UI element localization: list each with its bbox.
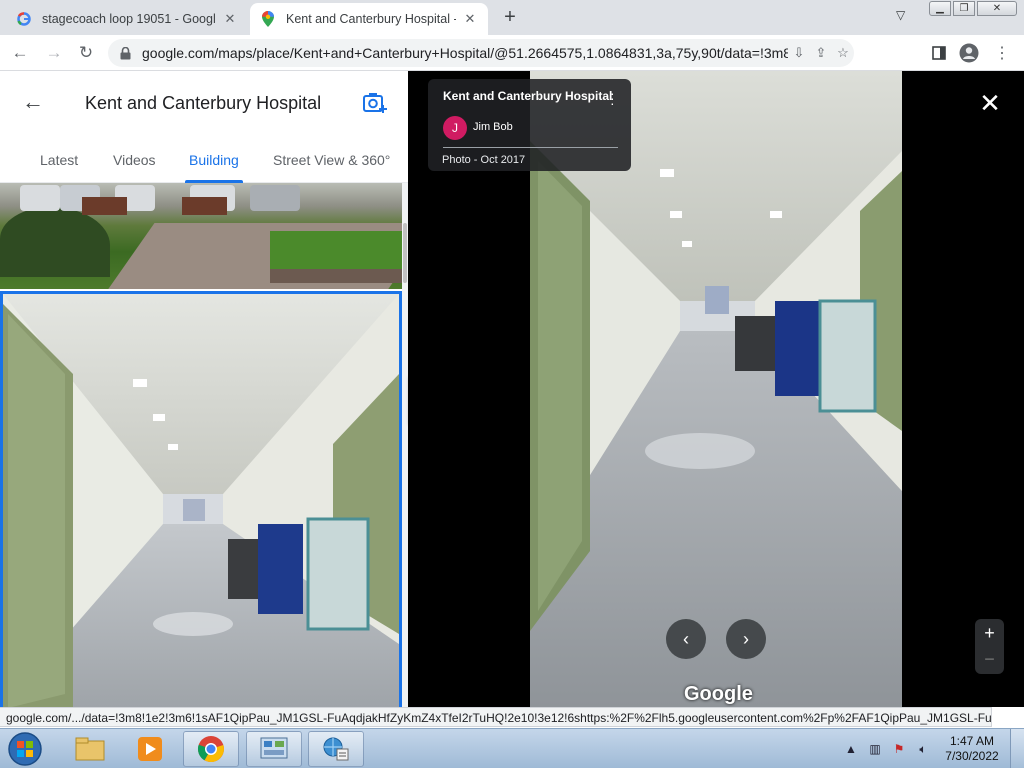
close-icon[interactable]: ✕ bbox=[977, 90, 1003, 116]
add-photo-camera-icon[interactable] bbox=[362, 91, 388, 120]
place-photos-panel: ← Kent and Canterbury Hospital Latest Vi… bbox=[0, 71, 408, 707]
system-tray: ▲ ▥ ⚑ 🔈︎ bbox=[842, 733, 938, 765]
network-program-taskbar-button[interactable] bbox=[308, 731, 364, 767]
tab-title: Kent and Canterbury Hospital - G bbox=[286, 12, 456, 26]
photo-info-card: Kent and Canterbury Hospital · · · J Jim B… bbox=[428, 79, 631, 171]
clock-time: 1:47 AM bbox=[949, 734, 995, 748]
side-panel-icon[interactable] bbox=[928, 43, 950, 65]
profile-avatar-icon[interactable] bbox=[958, 43, 980, 65]
photo-viewer: Kent and Canterbury Hospital · · · J Jim B… bbox=[408, 71, 1024, 707]
browser-tab-search[interactable]: stagecoach loop 19051 - Google ✕ bbox=[6, 3, 248, 35]
lock-icon bbox=[120, 46, 134, 60]
author-avatar[interactable]: J bbox=[443, 116, 467, 140]
browser-tab-strip: stagecoach loop 19051 - Google ✕ Kent an… bbox=[0, 0, 1024, 35]
media-player-icon[interactable] bbox=[122, 731, 178, 767]
tab-title: stagecoach loop 19051 - Google bbox=[42, 12, 216, 26]
tab-videos[interactable]: Videos bbox=[113, 152, 156, 168]
more-options-icon[interactable]: · · · bbox=[610, 86, 615, 110]
windows-taskbar: ▲ ▥ ⚑ 🔈︎ 1:47 AM 7/30/2022 bbox=[0, 728, 1024, 768]
panel-header: ← Kent and Canterbury Hospital bbox=[0, 71, 408, 135]
close-tab-icon[interactable]: ✕ bbox=[462, 11, 478, 27]
photo-thumbnail-corridor-selected[interactable] bbox=[0, 291, 402, 707]
photo-thumbnail-exterior[interactable] bbox=[0, 183, 402, 289]
zoom-in-icon[interactable]: + bbox=[975, 621, 1004, 645]
show-desktop-button[interactable] bbox=[1010, 729, 1024, 768]
forward-arrow-icon[interactable]: → bbox=[42, 41, 66, 65]
install-app-icon[interactable]: ⇩ bbox=[788, 45, 810, 61]
start-orb-icon[interactable] bbox=[5, 730, 45, 768]
file-explorer-icon[interactable] bbox=[62, 731, 118, 767]
google-g-icon bbox=[16, 11, 32, 27]
window-restore-button[interactable]: ❐ bbox=[953, 1, 975, 16]
previous-photo-chevron-icon[interactable]: ‹ bbox=[666, 619, 706, 659]
url-text: google.com/maps/place/Kent+and+Canterbur… bbox=[142, 45, 788, 61]
address-bar[interactable]: google.com/maps/place/Kent+and+Canterbur… bbox=[108, 39, 854, 67]
zoom-control: + − bbox=[975, 619, 1004, 674]
back-arrow-icon[interactable]: ← bbox=[20, 89, 46, 115]
chrome-taskbar-button[interactable] bbox=[183, 731, 239, 767]
tab-search-chevron-icon[interactable]: ▽ bbox=[896, 8, 905, 22]
next-photo-chevron-icon[interactable]: › bbox=[726, 619, 766, 659]
share-icon[interactable]: ⇪ bbox=[810, 45, 832, 61]
link-status-bubble: google.com/.../data=!3m8!1e2!3m6!1sAF1Qi… bbox=[0, 707, 992, 727]
bookmark-star-icon[interactable]: ☆ bbox=[832, 45, 854, 61]
control-panel-taskbar-button[interactable] bbox=[246, 731, 302, 767]
new-tab-plus-icon[interactable]: + bbox=[498, 6, 522, 29]
volume-speaker-icon[interactable]: 🔈︎ bbox=[914, 740, 932, 758]
taskbar-clock[interactable]: 1:47 AM 7/30/2022 bbox=[944, 734, 1000, 764]
clock-date: 7/30/2022 bbox=[945, 749, 999, 763]
photo-category-tabs: Latest Videos Building Street View & 360… bbox=[0, 135, 408, 183]
browser-toolbar: ← → ↻ google.com/maps/place/Kent+and+Can… bbox=[0, 35, 1024, 71]
back-arrow-icon[interactable]: ← bbox=[8, 41, 32, 65]
photo-place-name[interactable]: Kent and Canterbury Hospital bbox=[443, 89, 612, 103]
place-title: Kent and Canterbury Hospital bbox=[85, 93, 322, 113]
window-minimize-button[interactable]: ▁ bbox=[929, 1, 951, 16]
author-name[interactable]: Jim Bob bbox=[473, 121, 513, 133]
photo-date: Photo - Oct 2017 bbox=[442, 154, 526, 166]
show-hidden-icons-chevron-icon[interactable]: ▲ bbox=[842, 740, 860, 758]
network-tray-icon[interactable]: ▥ bbox=[866, 740, 884, 758]
tab-latest[interactable]: Latest bbox=[40, 152, 78, 168]
window-close-button[interactable]: ✕ bbox=[977, 1, 1017, 16]
maps-pin-icon bbox=[260, 11, 276, 27]
action-center-flag-icon[interactable]: ⚑ bbox=[890, 740, 908, 758]
reload-icon[interactable]: ↻ bbox=[74, 41, 98, 65]
google-logo: Google bbox=[684, 683, 753, 705]
zoom-out-icon[interactable]: − bbox=[975, 647, 1004, 671]
tab-street-view[interactable]: Street View & 360° bbox=[273, 152, 390, 168]
card-divider bbox=[443, 147, 618, 148]
tab-building[interactable]: Building bbox=[189, 152, 239, 168]
kebab-menu-icon[interactable]: ⋮ bbox=[991, 43, 1013, 65]
close-tab-icon[interactable]: ✕ bbox=[222, 11, 238, 27]
browser-tab-maps[interactable]: Kent and Canterbury Hospital - G ✕ bbox=[250, 3, 488, 35]
